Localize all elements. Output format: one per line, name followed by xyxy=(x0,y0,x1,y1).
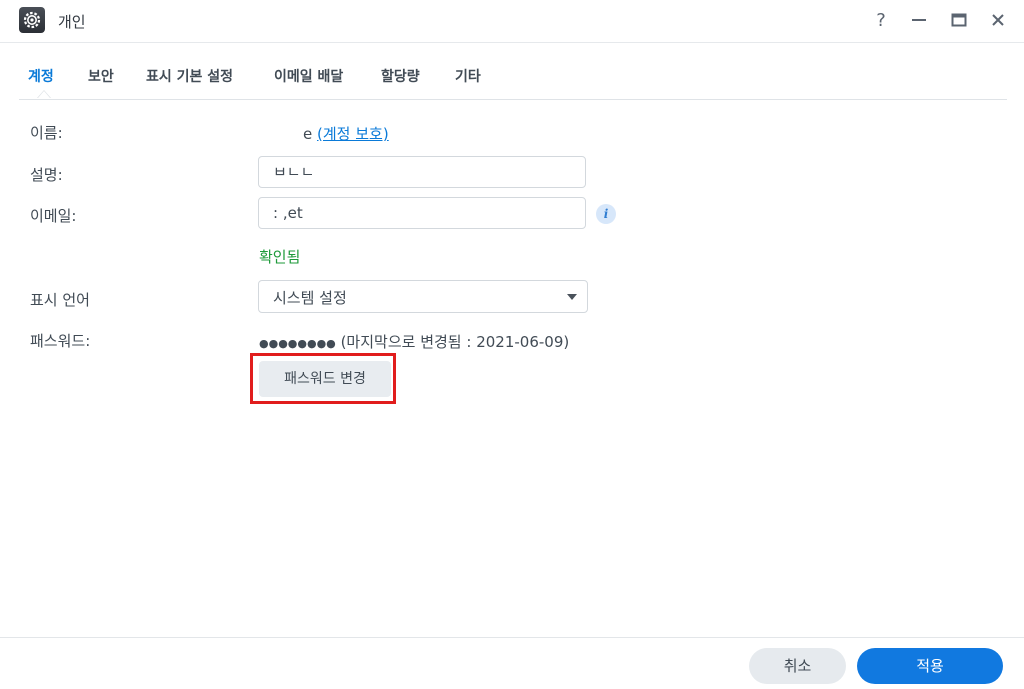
password-info: ●●●●●●●● (마지막으로 변경됨 : 2021-06-09) xyxy=(259,331,569,352)
info-icon[interactable]: i xyxy=(596,204,616,224)
email-label: 이메일: xyxy=(30,207,77,225)
name-value: e xyxy=(303,125,313,143)
highlight-box xyxy=(250,353,396,404)
tab-display-preferences[interactable]: 표시 기본 설정 xyxy=(146,66,233,86)
account-protection-link[interactable]: (계정 보호) xyxy=(317,125,389,143)
display-language-label: 표시 언어 xyxy=(30,291,90,309)
display-language-value: 시스템 설정 xyxy=(273,289,347,307)
display-language-select[interactable]: 시스템 설정 xyxy=(258,280,588,313)
tab-email-delivery[interactable]: 이메일 배달 xyxy=(274,66,343,86)
description-input[interactable]: ㅂㄴㄴ xyxy=(258,156,586,188)
password-mask: ●●●●●●●● xyxy=(259,337,336,350)
close-button[interactable] xyxy=(985,8,1011,32)
apply-button[interactable]: 적용 xyxy=(857,648,1003,684)
minimize-button[interactable] xyxy=(906,8,932,32)
title-bar: 개인 ? xyxy=(0,0,1024,43)
minimize-icon xyxy=(912,19,926,21)
close-icon xyxy=(992,14,1004,26)
email-input[interactable]: : ,et xyxy=(258,197,586,229)
gear-icon xyxy=(19,7,45,33)
tab-account[interactable]: 계정 xyxy=(28,66,54,86)
tab-other[interactable]: 기타 xyxy=(455,66,481,86)
email-verified-status: 확인됨 xyxy=(259,248,301,266)
cancel-button[interactable]: 취소 xyxy=(749,648,846,684)
description-label: 설명: xyxy=(30,166,63,184)
maximize-icon xyxy=(951,13,967,27)
window-title: 개인 xyxy=(58,13,86,31)
tab-quota[interactable]: 할당량 xyxy=(381,66,420,86)
maximize-button[interactable] xyxy=(946,8,972,32)
chevron-down-icon xyxy=(567,294,577,300)
footer-divider xyxy=(0,637,1024,638)
tab-security[interactable]: 보안 xyxy=(88,66,114,86)
help-button[interactable]: ? xyxy=(868,8,894,32)
tab-bar: 계정 보안 표시 기본 설정 이메일 배달 할당량 기타 xyxy=(19,56,1007,100)
name-label: 이름: xyxy=(30,124,63,142)
password-label: 패스워드: xyxy=(30,332,91,350)
active-tab-indicator xyxy=(37,90,51,98)
name-value-row: e (계정 보호) xyxy=(303,123,389,144)
password-last-changed: (마지막으로 변경됨 : 2021-06-09) xyxy=(340,333,570,351)
